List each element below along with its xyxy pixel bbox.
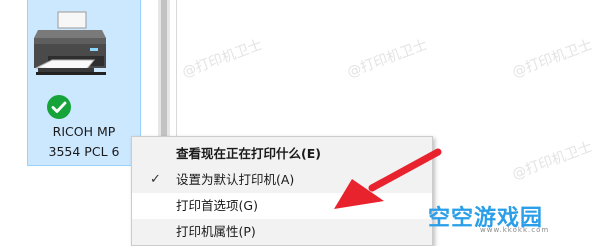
device-name: RICOH MP 3554 PCL 6: [28, 122, 140, 162]
menu-item-label: 设置为默认打印机(A): [176, 172, 295, 187]
checkmark-icon: ✓: [150, 172, 161, 187]
logo-url: www.kkokk.com: [480, 226, 550, 234]
site-logo: 空空游戏园 www.kkokk.com: [428, 200, 600, 243]
menu-item-printer-properties[interactable]: 打印机属性(P): [132, 219, 432, 245]
watermark: @打印机卫士: [345, 37, 430, 81]
menu-item-set-default[interactable]: ✓ 设置为默认打印机(A): [132, 167, 432, 193]
printer-device-item[interactable]: RICOH MP 3554 PCL 6: [27, 0, 141, 166]
check-badge-icon: [47, 95, 71, 119]
watermark: @打印机卫士: [180, 37, 265, 81]
watermark: @打印机卫士: [510, 37, 595, 81]
printer-icon: [34, 11, 106, 75]
menu-item-label: 打印首选项(G): [176, 198, 258, 213]
menu-item-print-preferences[interactable]: 打印首选项(G): [132, 193, 432, 219]
menu-item-see-printing[interactable]: 查看现在正在打印什么(E): [132, 141, 432, 167]
device-name-line2: 3554 PCL 6: [48, 144, 120, 159]
watermark: @打印机卫士: [510, 139, 595, 183]
device-name-line1: RICOH MP: [52, 124, 116, 139]
menu-item-label: 打印机属性(P): [176, 224, 256, 239]
context-menu: 查看现在正在打印什么(E) ✓ 设置为默认打印机(A) 打印首选项(G) 打印机…: [131, 136, 433, 246]
menu-item-label: 查看现在正在打印什么(E): [176, 146, 321, 161]
